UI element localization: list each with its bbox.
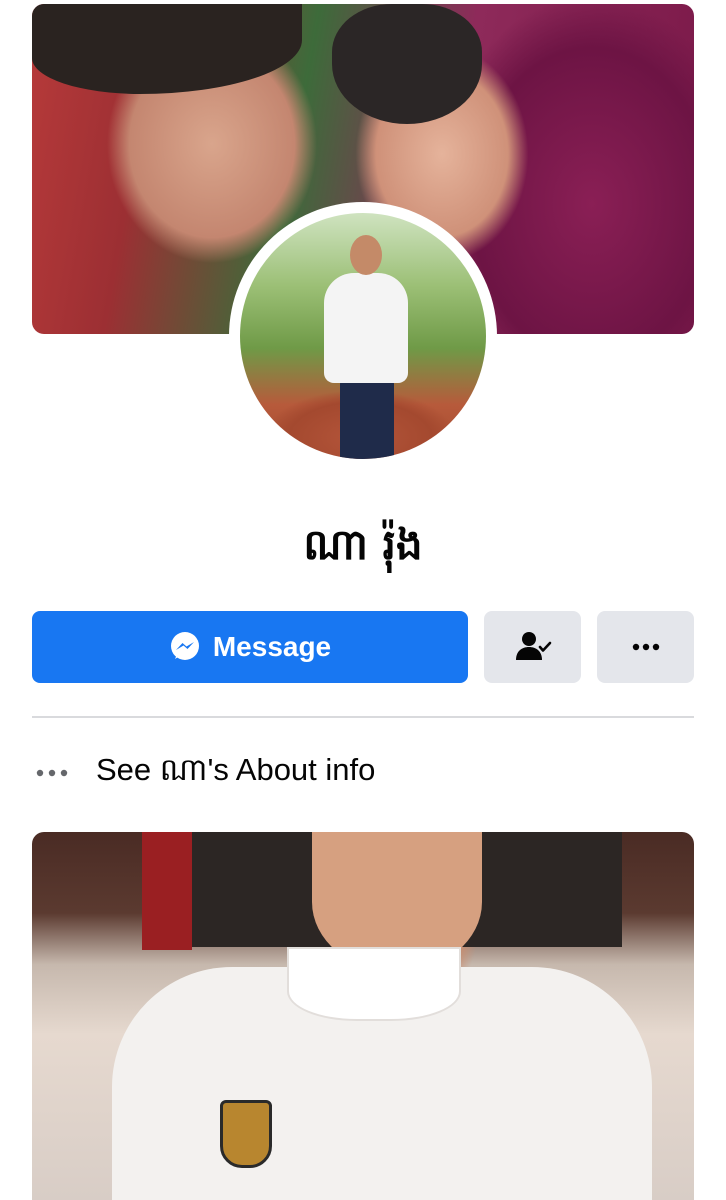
about-info-link[interactable]: See ណា's About info xyxy=(32,745,694,801)
featured-photo-detail xyxy=(220,1100,272,1168)
featured-photo-detail xyxy=(287,947,461,1021)
more-dots-icon xyxy=(32,768,74,778)
friends-button[interactable] xyxy=(484,611,581,683)
profile-picture-detail xyxy=(340,378,394,459)
featured-photo[interactable] xyxy=(32,832,694,1200)
profile-name: ណា រ៉ុង xyxy=(303,520,423,569)
cover-photo-detail xyxy=(332,4,482,124)
profile-picture-detail xyxy=(324,273,408,383)
cover-photo-detail xyxy=(32,4,302,94)
more-dots-icon xyxy=(630,642,662,652)
more-button[interactable] xyxy=(597,611,694,683)
profile-picture-detail xyxy=(350,235,382,275)
friends-check-icon xyxy=(513,627,553,667)
message-button-label: Message xyxy=(212,631,332,662)
section-divider xyxy=(32,716,694,718)
about-info-label: See ណា's About info xyxy=(96,751,376,787)
featured-photo-detail xyxy=(142,832,192,950)
profile-picture[interactable] xyxy=(240,213,486,459)
message-button[interactable]: Message xyxy=(32,611,468,683)
messenger-icon xyxy=(169,631,201,663)
